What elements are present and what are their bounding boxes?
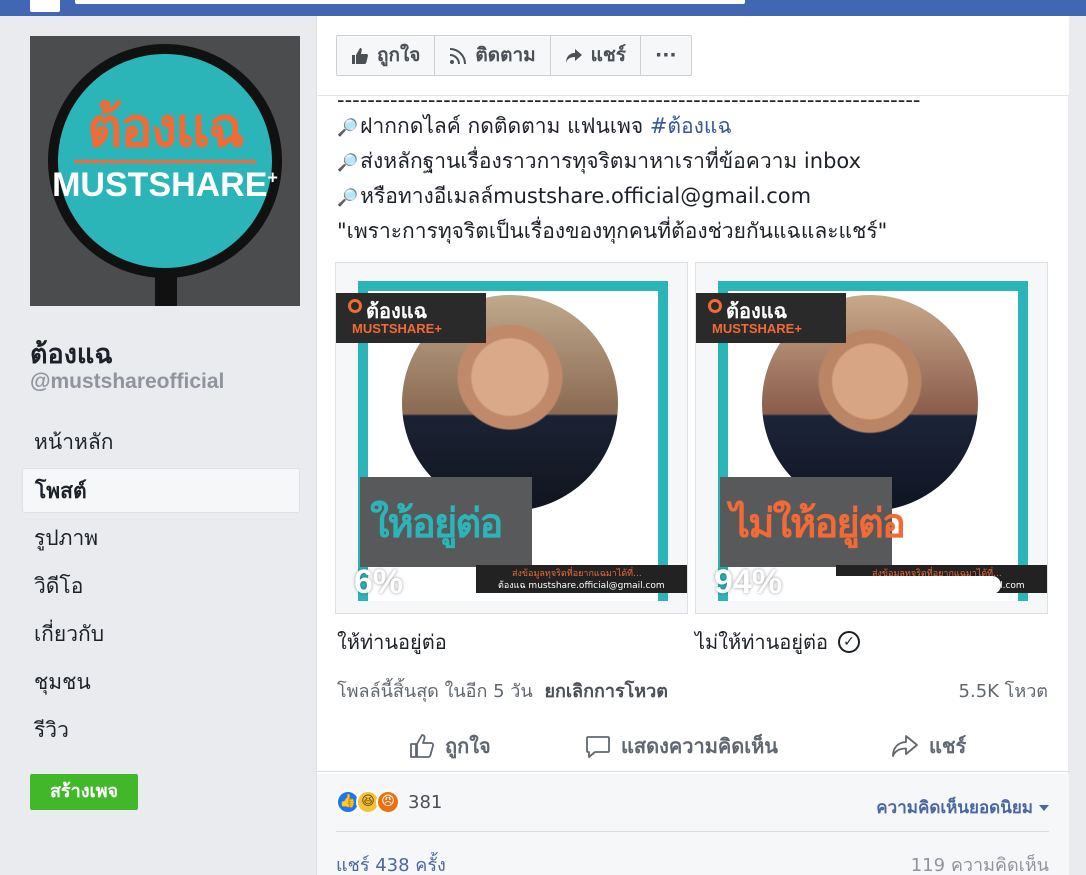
comment-count[interactable]: 119 ความคิดเห็น — [911, 850, 1049, 875]
more-icon: ··· — [655, 44, 677, 66]
poll-result-bar — [406, 576, 434, 594]
feedback-section: 👍 😆 😠 381 ความคิดเห็นยอดนิยม แชร์ 438 คร… — [317, 774, 1069, 875]
page-title[interactable]: ต้องแฉ — [30, 332, 113, 375]
post-line-like-follow: 🔎ฝากกดไลค์ กดติดตาม แฟนเพจ #ต้องแฉ — [337, 110, 1057, 145]
badge-ring-icon — [348, 299, 362, 313]
comment-button[interactable]: แสดงความคิดเห็น — [585, 728, 778, 764]
create-page-button[interactable]: สร้างเพจ — [30, 774, 138, 810]
nav-item-photos[interactable]: รูปภาพ — [22, 516, 300, 561]
page-action-bar: ถูกใจ ติดตาม แชร์ ··· — [317, 16, 1069, 96]
follow-button[interactable]: ติดตาม — [435, 36, 551, 75]
brand-badge: ต้องแฉ MUSTSHARE+ — [696, 293, 846, 343]
reaction-summary[interactable]: 👍 😆 😠 381 — [336, 790, 442, 814]
voted-check-icon: ✓ — [838, 631, 861, 653]
poll-percent: 94% — [714, 563, 783, 601]
left-column: ต้องแฉ MUSTSHARE+ ต้องแฉ @mustshareoffic… — [0, 16, 316, 875]
poll-option-stay[interactable]: ต้องแฉ MUSTSHARE+ ให้อยู่ต่อ ส่งข้อมูลทุ… — [335, 262, 688, 614]
share-count[interactable]: แชร์ 438 ครั้ง — [336, 850, 446, 875]
reaction-count: 381 — [408, 791, 443, 813]
comment-sort-dropdown[interactable]: ความคิดเห็นยอดนิยม — [876, 794, 1049, 821]
logo-thai-text: ต้องแฉ — [87, 96, 244, 159]
poll-option-label-text: ไม่ให้ท่านอยู่ต่อ — [695, 630, 829, 654]
facebook-logo-icon[interactable] — [30, 0, 60, 12]
share-page-label: แชร์ — [590, 44, 626, 66]
poll-option-label[interactable]: ให้ท่านอยู่ต่อ — [337, 626, 447, 658]
poll-status: โพลล์นี้สิ้นสุด ในอีก 5 วัน ยกเลิกการโหว… — [337, 676, 668, 705]
caret-down-icon — [1039, 804, 1049, 811]
post-actions: ถูกใจ แสดงความคิดเห็น แชร์ — [317, 722, 1069, 772]
comment-label: แสดงความคิดเห็น — [621, 734, 778, 758]
top-navigation-bar — [0, 0, 1086, 16]
like-button[interactable]: ถูกใจ — [409, 728, 491, 764]
like-label: ถูกใจ — [445, 734, 491, 758]
logo-plus: + — [267, 167, 278, 188]
poll-option-label-text: ให้ท่านอยู่ต่อ — [337, 630, 447, 654]
nav-item-posts[interactable]: โพสต์ — [22, 468, 300, 513]
post-line-quote: "เพราะการทุจริตเป็นเรื่องของทุกคนที่ต้อง… — [337, 219, 888, 243]
poll-option-not-stay[interactable]: ต้องแฉ MUSTSHARE+ ไม่ให้อยู่ต่อ ส่งข้อมู… — [695, 262, 1048, 614]
logo-english-text: MUSTSHARE+ — [30, 166, 300, 205]
follow-label: ติดตาม — [475, 44, 536, 66]
poll-percent: 6% — [354, 563, 404, 601]
vote-count[interactable]: 5.5K โหวต — [959, 676, 1048, 705]
share-arrow-icon — [565, 48, 582, 63]
angry-reaction-icon: 😠 — [376, 790, 400, 814]
page-handle[interactable]: @mustshareofficial — [30, 370, 224, 394]
poll-option-label[interactable]: ไม่ให้ท่านอยู่ต่อ ✓ — [695, 626, 861, 658]
nav-item-community[interactable]: ชุมชน — [22, 660, 300, 705]
hashtag-link[interactable]: #ต้องแฉ — [650, 114, 732, 138]
post-message: ----------------------------------------… — [337, 96, 1057, 248]
dashed-separator: ----------------------------------------… — [337, 96, 921, 110]
post-line-2: ส่งหลักฐานเรื่องราวการทุจริตมาหาเราที่ข้… — [360, 149, 862, 173]
cancel-vote-link[interactable]: ยกเลิกการโหวต — [544, 681, 668, 702]
more-options-button[interactable]: ··· — [641, 36, 691, 75]
poll-ends-text: โพลล์นี้สิ้นสุด ในอีก 5 วัน — [337, 681, 533, 702]
share-label: แชร์ — [929, 734, 967, 758]
like-page-button[interactable]: ถูกใจ — [337, 36, 436, 75]
poll-image-caption: ไม่ให้อยู่ต่อ — [730, 501, 906, 547]
post-line-3: หรือทางอีเมลล์mustshare.official@gmail.c… — [360, 184, 812, 208]
magnifier-icon: 🔎 — [337, 118, 359, 138]
nav-item-reviews[interactable]: รีวิว — [22, 708, 300, 753]
badge-ring-icon — [708, 299, 722, 313]
post-line-email: 🔎หรือทางอีเมลล์mustshare.official@gmail.… — [337, 180, 1057, 215]
divider — [336, 831, 1049, 832]
comment-sort-label: ความคิดเห็นยอดนิยม — [876, 798, 1033, 818]
poll-image-caption: ให้อยู่ต่อ — [370, 501, 503, 547]
logo-english-word: MUSTSHARE — [52, 166, 268, 204]
page-navigation: หน้าหลัก โพสต์ รูปภาพ วิดีโอ เกี่ยวกับ ช… — [22, 420, 300, 756]
nav-item-about[interactable]: เกี่ยวกับ — [22, 612, 300, 657]
rss-feed-icon — [450, 47, 467, 64]
post-line-send-evidence: 🔎ส่งหลักฐานเรื่องราวการทุจริตมาหาเราที่ข… — [337, 145, 1057, 180]
nav-item-home[interactable]: หน้าหลัก — [22, 420, 300, 465]
nav-item-videos[interactable]: วิดีโอ — [22, 564, 300, 609]
badge-english: MUSTSHARE+ — [712, 321, 802, 336]
contact-strip: ส่งข้อมูลทุจริตที่อยากแฉมาได้ที่... ต้อง… — [476, 565, 687, 593]
poll-result-bar — [766, 576, 1001, 594]
magnifier-icon: 🔎 — [337, 153, 359, 173]
share-outline-icon — [892, 735, 918, 757]
contact-strip-email: ต้องแฉ mustshare.official@gmail.com — [498, 581, 665, 591]
brand-badge: ต้องแฉ MUSTSHARE+ — [336, 293, 486, 343]
logo-underline — [74, 160, 256, 163]
thumbs-up-outline-icon — [410, 734, 435, 758]
magnifier-icon: 🔎 — [337, 188, 359, 208]
thumbs-up-icon — [352, 47, 368, 64]
share-page-button[interactable]: แชร์ — [551, 36, 641, 75]
post-column: ถูกใจ ติดตาม แชร์ ··· ------------------… — [316, 16, 1069, 875]
badge-english: MUSTSHARE+ — [352, 321, 442, 336]
like-page-label: ถูกใจ — [377, 44, 421, 66]
share-button[interactable]: แชร์ — [891, 728, 966, 764]
post-line-1: ฝากกดไลค์ กดติดตาม แฟนเพจ — [360, 114, 650, 138]
profile-picture[interactable]: ต้องแฉ MUSTSHARE+ — [30, 36, 300, 306]
search-input[interactable] — [75, 0, 745, 4]
page-action-buttons: ถูกใจ ติดตาม แชร์ ··· — [336, 35, 692, 76]
comment-bubble-icon — [586, 736, 610, 758]
